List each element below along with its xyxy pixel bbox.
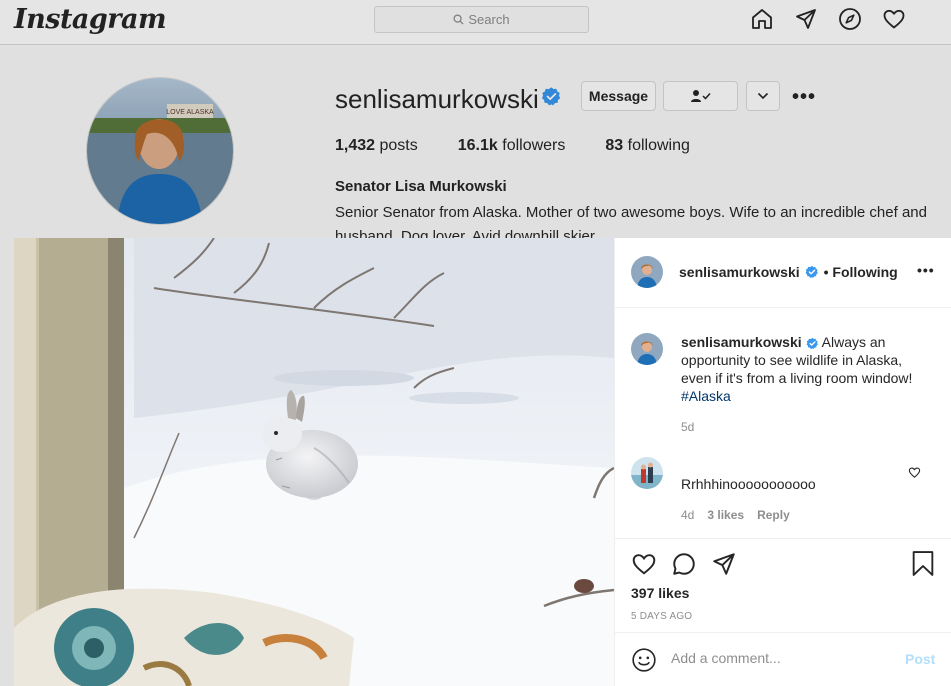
profile-avatar[interactable]: LOVE ALASKA [86, 77, 234, 225]
profile-photo: LOVE ALASKA [87, 78, 233, 224]
like-heart-icon[interactable] [631, 551, 657, 575]
comment-meta: 4d 3 likes Reply [681, 508, 790, 522]
posts-stat: 1,432 posts [335, 137, 418, 155]
verified-badge-icon [806, 337, 818, 349]
followers-stat[interactable]: 16.1k followers [458, 137, 566, 155]
following-stat[interactable]: 83 following [605, 137, 690, 155]
save-bookmark-icon[interactable] [911, 550, 935, 577]
likes-count[interactable]: 397 likes [631, 585, 689, 601]
home-icon[interactable] [750, 7, 774, 31]
direct-icon[interactable] [794, 7, 818, 31]
profile-options-icon[interactable]: ••• [792, 86, 816, 109]
caption-hashtag[interactable]: #Alaska [681, 388, 731, 404]
commenter-avatar-photo [631, 457, 663, 489]
explore-icon[interactable] [838, 7, 862, 31]
avatar-sign-text: LOVE ALASKA [166, 109, 214, 116]
author-avatar-photo [631, 256, 663, 288]
followers-count: 16.1k [457, 137, 498, 154]
comment-reply-button[interactable]: Reply [757, 508, 790, 522]
activity-heart-icon[interactable] [882, 7, 906, 31]
posts-count: 1,432 [335, 137, 376, 154]
post-author-username[interactable]: senlisamurkowski [679, 264, 800, 280]
verified-badge-icon [541, 87, 561, 106]
following-button[interactable] [663, 81, 738, 111]
followers-label: followers [502, 137, 566, 154]
post-author-line: senlisamurkowski • Following [679, 264, 898, 280]
post-header: senlisamurkowski • Following ••• [615, 238, 951, 308]
verified-badge-icon [805, 265, 818, 278]
search-input[interactable]: Search [374, 6, 589, 33]
post-image[interactable] [14, 238, 614, 686]
share-direct-icon[interactable] [711, 551, 737, 577]
post-detail-panel: senlisamurkowski • Following ••• senlisa… [614, 238, 951, 686]
comment-likes[interactable]: 3 likes [707, 508, 744, 522]
author-avatar-photo [631, 333, 663, 365]
emoji-smiley-icon[interactable] [631, 647, 657, 673]
commenter-avatar[interactable] [631, 457, 663, 489]
person-check-icon [690, 90, 711, 102]
post-options-icon[interactable]: ••• [917, 262, 935, 278]
post-comment-button[interactable]: Post [905, 651, 935, 667]
caption-author-avatar[interactable] [631, 333, 663, 365]
post-timestamp[interactable]: 5 DAYS AGO [631, 611, 692, 622]
suggestions-dropdown-button[interactable] [746, 81, 780, 111]
follow-status[interactable]: • Following [824, 264, 898, 280]
comment-like-heart-icon[interactable] [908, 466, 921, 478]
caption-author-username[interactable]: senlisamurkowski [681, 334, 802, 350]
add-comment-bar: Post [615, 632, 951, 686]
following-label: following [627, 137, 690, 154]
top-navbar: Instagram Search [0, 0, 951, 45]
message-button[interactable]: Message [581, 81, 656, 111]
comment-input[interactable] [671, 650, 891, 666]
search-icon [453, 14, 464, 25]
instagram-logo[interactable]: Instagram [14, 4, 167, 35]
following-count: 83 [605, 137, 624, 154]
chevron-down-icon [757, 92, 769, 100]
post-author-avatar[interactable] [631, 256, 663, 288]
search-placeholder: Search [468, 12, 510, 27]
profile-full-name: Senator Lisa Murkowski [335, 178, 507, 195]
comment-bubble-icon[interactable] [671, 551, 697, 577]
caption-time[interactable]: 5d [681, 420, 694, 434]
posts-label: posts [379, 137, 418, 154]
post-actions: 397 likes 5 DAYS AGO [615, 538, 951, 632]
post-caption: senlisamurkowski Always an opportunity t… [681, 333, 933, 405]
snowshoe-hare-photo [14, 238, 614, 686]
comment-time[interactable]: 4d [681, 508, 694, 522]
profile-username: senlisamurkowski [335, 84, 539, 114]
profile-stats: 1,432 posts 16.1k followers 83 following [335, 137, 690, 155]
comment-text: Rrhhhinooooooooooo [681, 476, 816, 492]
